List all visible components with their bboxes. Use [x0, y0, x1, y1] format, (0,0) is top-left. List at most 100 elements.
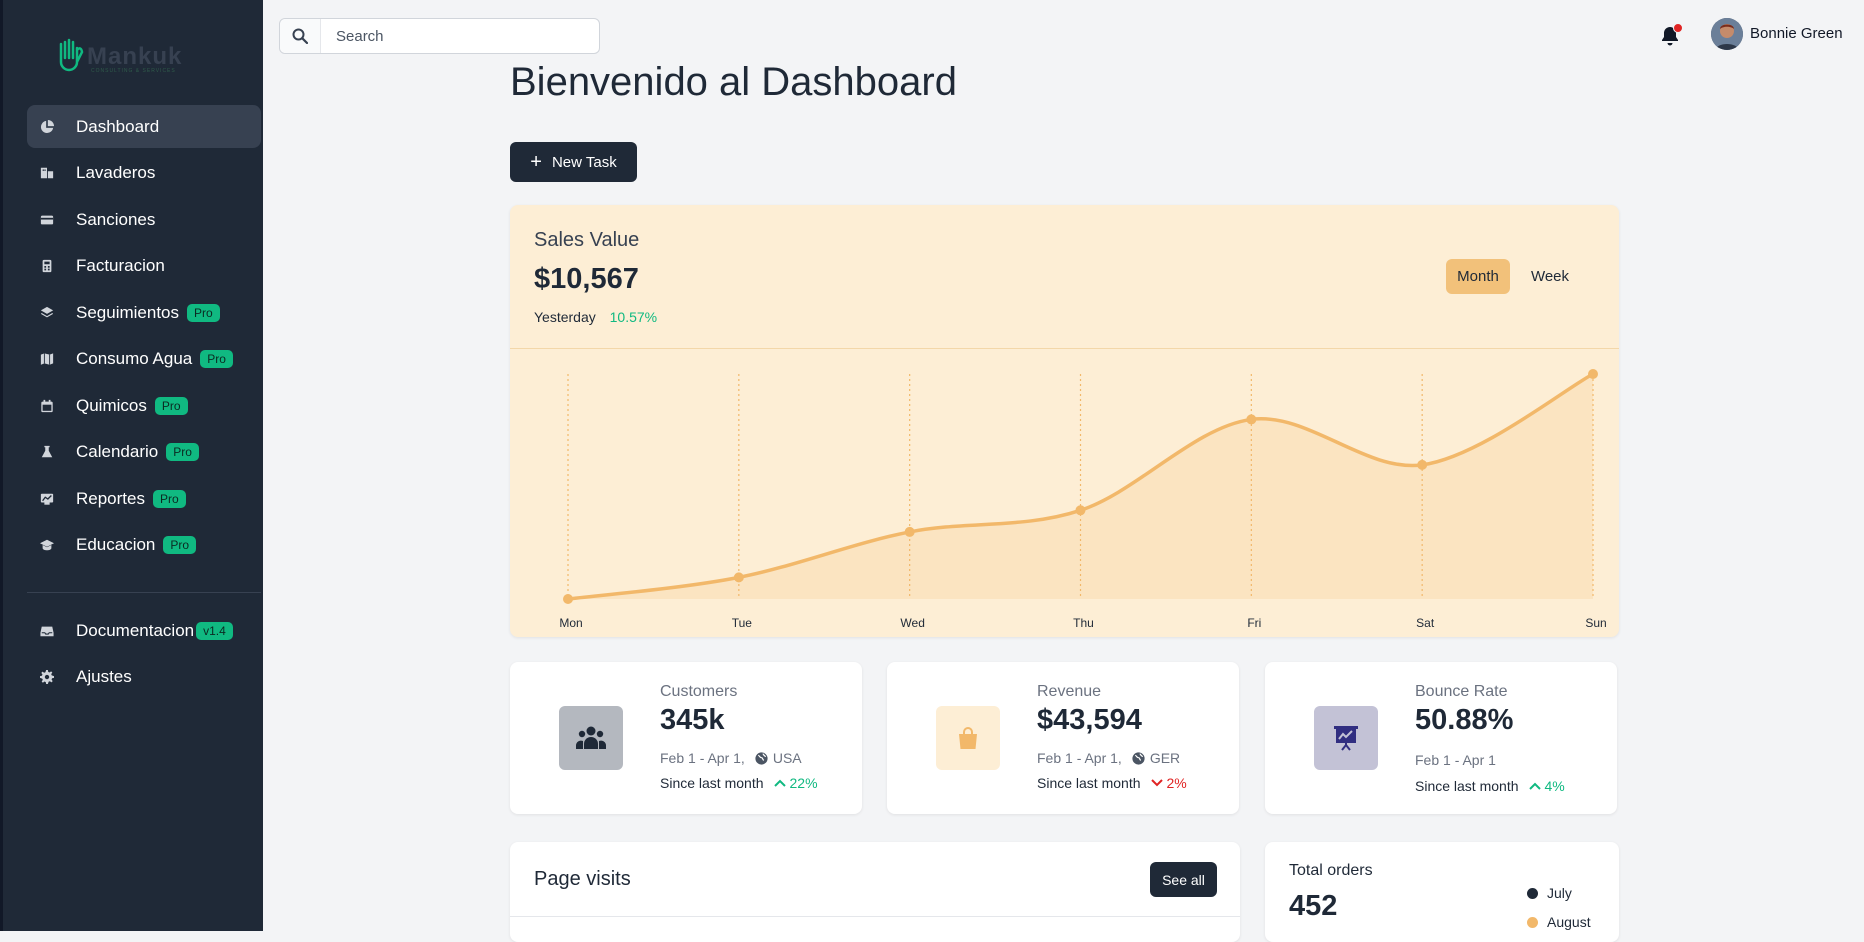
stat-since-label: Since last month [1415, 778, 1519, 794]
toggle-month-button[interactable]: Month [1446, 259, 1510, 294]
stat-change: 4% [1528, 778, 1565, 794]
sales-change-pct: 10.57% [609, 309, 658, 325]
total-orders-card: Total orders 452 July August [1265, 842, 1619, 942]
stat-card-revenue: Revenue $43,594 Feb 1 - Apr 1, GER Since… [887, 662, 1239, 814]
sidebar-item-dashboard[interactable]: Dashboard [27, 105, 261, 148]
x-tick-label: Thu [1073, 616, 1094, 630]
stat-region: USA [772, 750, 802, 766]
sales-subtitle: Yesterday 10.57% [534, 309, 657, 325]
sidebar-item-label: Facturacion [76, 256, 165, 275]
sales-sub-label: Yesterday [534, 309, 596, 325]
stat-meta: Feb 1 - Apr 1 [1415, 752, 1496, 768]
version-badge: v1.4 [196, 621, 233, 640]
x-tick-label: Sun [1585, 616, 1606, 630]
x-tick-label: Sat [1416, 616, 1435, 630]
search-icon [280, 19, 321, 53]
stat-since-label: Since last month [660, 775, 764, 791]
orders-title: Total orders [1289, 862, 1373, 879]
pro-badge: Pro [154, 396, 188, 415]
logo-text: Mankuk [87, 43, 183, 70]
sidebar-item-facturacion[interactable]: Facturacion [27, 245, 261, 288]
gear-icon [21, 670, 73, 684]
sidebar-item-seguimientos[interactable]: Seguimientos Pro [27, 291, 261, 334]
stat-meta: Feb 1 - Apr 1, USA [660, 750, 802, 766]
notification-dot [1673, 23, 1683, 33]
sales-title: Sales Value [534, 229, 640, 251]
sales-value-card: Sales Value $10,567 Yesterday 10.57% Mon… [510, 205, 1619, 637]
sidebar-item-calendario[interactable]: Calendario Pro [27, 431, 261, 474]
stat-change-value: 2% [1166, 775, 1187, 791]
user-name[interactable]: Bonnie Green [1750, 25, 1843, 42]
presentation-chart-icon-box [1314, 706, 1378, 770]
data-point-wed [904, 526, 915, 537]
sidebar-item-educacion[interactable]: Educacion Pro [27, 524, 261, 567]
avatar[interactable] [1711, 18, 1743, 50]
data-point-thu [1075, 505, 1086, 516]
stat-change: 22% [773, 775, 818, 791]
stat-value: 50.88% [1415, 704, 1514, 736]
sidebar-item-consumo-agua[interactable]: Consumo Agua Pro [27, 338, 261, 381]
chart-icon [21, 492, 73, 506]
stat-change-value: 22% [789, 775, 818, 791]
legend-item-august: August [1527, 914, 1591, 930]
stat-period: Feb 1 - Apr 1 [1415, 752, 1496, 768]
table-header-divider [510, 916, 1240, 917]
stat-card-customers: Customers 345k Feb 1 - Apr 1, USA Since … [510, 662, 862, 814]
new-task-button[interactable]: + New Task [510, 142, 637, 182]
layers-icon [21, 306, 73, 320]
search-input[interactable] [334, 26, 588, 46]
sidebar-item-quimicos[interactable]: Quimicos Pro [27, 384, 261, 427]
calculator-icon [21, 259, 73, 273]
toggle-week-button[interactable]: Week [1518, 259, 1582, 294]
stat-change: 2% [1150, 775, 1187, 791]
stat-change-value: 4% [1544, 778, 1565, 794]
sidebar-item-documentacion[interactable]: Documentacion v1.4 [27, 609, 261, 652]
sidebar-item-label: Calendario [76, 442, 159, 461]
sidebar-item-lavaderos[interactable]: Lavaderos [27, 152, 261, 195]
stat-since: Since last month 22% [660, 775, 818, 791]
sales-chart: Mon Tue Wed Thu Fri Sat Sun [559, 369, 1607, 630]
user-avatar-icon [1711, 18, 1743, 50]
chevron-up-icon [773, 779, 786, 787]
data-point-fri [1246, 414, 1257, 425]
stat-region: GER [1149, 750, 1181, 766]
legend-label: August [1547, 914, 1591, 930]
users-icon-box [559, 706, 623, 770]
legend-dot [1527, 916, 1538, 928]
stat-since: Since last month 2% [1037, 775, 1187, 791]
legend-item-july: July [1527, 885, 1572, 901]
presentation-chart-icon [1334, 726, 1358, 751]
sidebar-item-label: Dashboard [76, 116, 160, 136]
page-title: Bienvenido al Dashboard [510, 60, 957, 104]
stat-since-label: Since last month [1037, 775, 1141, 791]
pro-badge: Pro [152, 489, 186, 508]
app-logo[interactable]: Mankuk CONSULTING & SERVICES [55, 38, 182, 76]
page-visits-card: Page visits See all [510, 842, 1240, 942]
stat-value: $43,594 [1037, 704, 1142, 736]
sidebar-nav: Dashboard Lavaderos Sanciones Facturacio… [27, 105, 261, 570]
sidebar-item-label: Documentacion [76, 620, 195, 640]
data-point-sun [1588, 369, 1598, 379]
sidebar-item-reportes[interactable]: Reportes Pro [27, 477, 261, 520]
plus-icon: + [530, 151, 542, 173]
data-point-tue [733, 572, 744, 583]
beaker-icon [21, 445, 73, 459]
series-area [568, 374, 1593, 599]
sidebar-item-ajustes[interactable]: Ajustes [27, 656, 261, 699]
sidebar-item-label: Ajustes [76, 667, 132, 686]
logo-hand-icon [59, 38, 84, 72]
stat-title: Revenue [1037, 683, 1102, 700]
sidebar-item-label: Educacion [76, 535, 156, 554]
globe-icon [755, 751, 768, 765]
stat-meta: Feb 1 - Apr 1, GER [1037, 750, 1180, 766]
see-all-button[interactable]: See all [1150, 862, 1217, 897]
x-tick-label: Tue [732, 616, 753, 630]
inbox-icon [21, 624, 73, 638]
shopping-bag-icon-box [936, 706, 1000, 770]
stat-since: Since last month 4% [1415, 778, 1565, 794]
page-visits-title: Page visits [534, 868, 631, 890]
sidebar-item-sanciones[interactable]: Sanciones [27, 198, 261, 241]
x-tick-label: Fri [1247, 616, 1261, 630]
search-box[interactable] [279, 18, 600, 54]
orders-value: 452 [1289, 890, 1338, 922]
